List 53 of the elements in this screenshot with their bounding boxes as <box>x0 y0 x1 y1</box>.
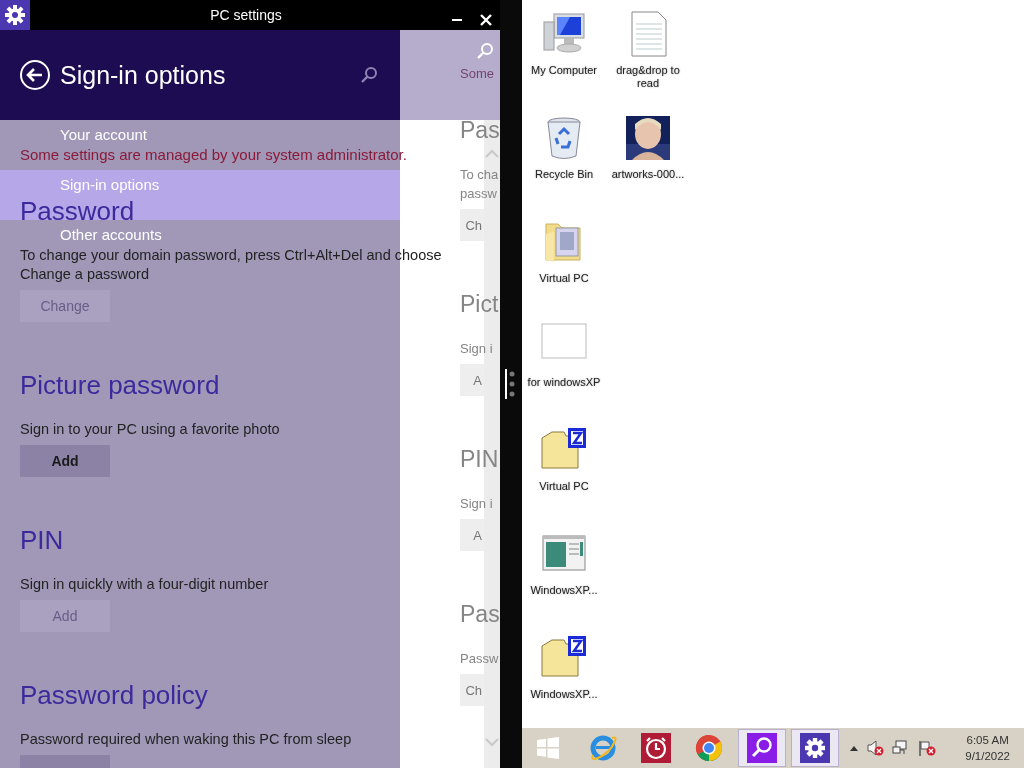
clock-time[interactable]: 6:05 AM <box>965 732 1010 748</box>
browser-icon <box>694 733 724 763</box>
speaker-muted-icon[interactable] <box>866 740 884 756</box>
flag-icon[interactable] <box>918 740 936 756</box>
action-button[interactable]: Ch <box>460 674 484 706</box>
network-icon[interactable] <box>892 740 910 756</box>
description-text: Passw <box>460 650 500 668</box>
back-button[interactable] <box>19 59 51 91</box>
section-heading: PIN <box>20 526 65 554</box>
description-text: Sign i <box>460 340 494 358</box>
caret-up-icon[interactable] <box>850 745 858 751</box>
desktop-icon-label[interactable]: WindowsXP... <box>524 584 604 597</box>
section-heading: Pas <box>460 600 500 628</box>
action-button[interactable]: A <box>460 519 484 551</box>
desktop-icon-label[interactable]: for windowsXP <box>524 376 604 389</box>
section-heading: Password <box>20 197 136 225</box>
section-heading: Pict <box>460 290 500 318</box>
section-heading: PIN <box>460 445 500 473</box>
description-text: Sign i <box>460 495 494 513</box>
clock-date[interactable]: 9/1/2022 <box>965 748 1010 764</box>
description-text: Sign in quickly with a four-digit number <box>20 575 270 594</box>
description-text: Sign in to your PC using a favorite photo <box>20 420 281 439</box>
action-button[interactable]: Ch <box>460 209 484 241</box>
desktop-icon-label[interactable]: Virtual PC <box>524 480 604 493</box>
search-icon <box>747 733 777 763</box>
action-button[interactable]: A <box>460 364 484 396</box>
desktop-icon-label[interactable]: My Computer <box>524 64 604 77</box>
desktop-icon-label[interactable]: drag&drop to read <box>608 64 688 90</box>
settings-icon <box>0 0 30 30</box>
desktop-icon-label[interactable]: Virtual PC <box>524 272 604 285</box>
search-icon[interactable] <box>360 66 378 84</box>
window-title: PC settings <box>209 7 283 23</box>
admin-notice: Some <box>460 65 494 83</box>
description-text: passw <box>460 185 498 203</box>
e-logo-icon <box>588 733 618 763</box>
description-text: Password required when waking this PC from sleep <box>20 730 353 749</box>
section-heading: Picture password <box>20 371 221 399</box>
close-icon <box>479 14 492 26</box>
settings-icon <box>800 733 830 763</box>
taskbar-button[interactable] <box>791 729 839 767</box>
description-text: To change your domain password, press Ctrl+Alt+Del and choose Change a password <box>20 246 443 284</box>
description-text: To cha <box>460 166 500 184</box>
desktop-icon-label[interactable]: WindowsXP... <box>524 688 604 701</box>
desktop-icon-label[interactable]: Recycle Bin <box>524 168 604 181</box>
page-title: Sign-in options <box>60 60 226 90</box>
minimize-icon <box>451 19 462 21</box>
desktop-icon-label[interactable]: artworks-000... <box>608 168 688 181</box>
grip-icon[interactable] <box>505 369 517 399</box>
action-button[interactable]: Add <box>20 445 110 477</box>
alarm-clock-icon <box>641 733 671 763</box>
section-heading: Pas <box>460 116 500 144</box>
section-heading: Password policy <box>20 681 209 709</box>
taskbar-button[interactable] <box>738 729 786 767</box>
